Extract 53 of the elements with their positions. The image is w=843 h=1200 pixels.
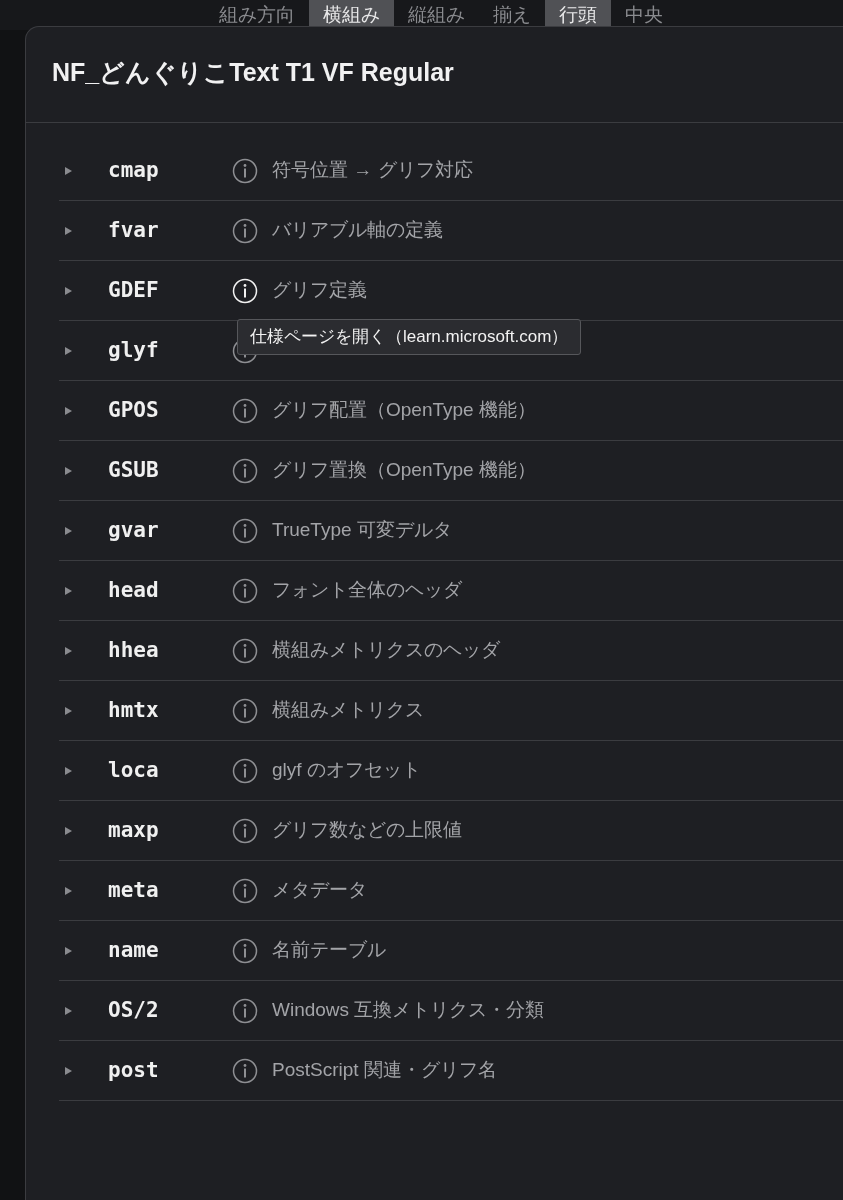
table-description: 横組みメトリクス: [272, 698, 424, 723]
table-tag: name: [108, 934, 232, 967]
table-tag: hhea: [108, 634, 232, 667]
expand-caret-icon[interactable]: [65, 587, 72, 596]
expand-caret-icon[interactable]: [65, 407, 72, 416]
table-tag: GPOS: [108, 394, 232, 427]
table-description: glyf のオフセット: [272, 758, 421, 783]
table-description: グリフ配置（OpenType 機能）: [272, 398, 536, 423]
table-tag: head: [108, 574, 232, 607]
expand-caret-icon[interactable]: [65, 1007, 72, 1016]
tooltip: 仕様ページを開く（learn.microsoft.com）: [237, 319, 582, 355]
table-description: メタデータ: [272, 878, 367, 903]
table-tag: fvar: [108, 214, 232, 247]
table-description: グリフ置換（OpenType 機能）: [272, 458, 536, 483]
expand-caret-icon[interactable]: [65, 647, 72, 656]
expand-caret-icon[interactable]: [65, 947, 72, 956]
tab[interactable]: 揃え: [479, 0, 545, 30]
tab[interactable]: 縦組み: [394, 0, 479, 30]
table-tag: OS/2: [108, 994, 232, 1027]
expand-caret-icon[interactable]: [65, 707, 72, 716]
table-tag: GSUB: [108, 454, 232, 487]
expand-caret-icon[interactable]: [65, 767, 72, 776]
expand-caret-icon[interactable]: [65, 347, 72, 356]
tab[interactable]: 組み方向: [205, 0, 309, 30]
table-tag: post: [108, 1054, 232, 1087]
table-tag: hmtx: [108, 694, 232, 727]
table-tag: cmap: [108, 154, 232, 187]
table-description: 符号位置 → グリフ対応: [272, 158, 473, 183]
expand-caret-icon[interactable]: [65, 887, 72, 896]
table-description: TrueType 可変デルタ: [272, 518, 452, 543]
table-tag: loca: [108, 754, 232, 787]
expand-caret-icon[interactable]: [65, 1067, 72, 1076]
table-description: グリフ定義: [272, 278, 367, 303]
table-tag: GDEF: [108, 274, 232, 307]
expand-caret-icon[interactable]: [65, 827, 72, 836]
table-description: バリアブル軸の定義: [272, 218, 443, 243]
expand-caret-icon[interactable]: [65, 167, 72, 176]
table-tag: glyf: [108, 334, 232, 367]
table-description: グリフ数などの上限値: [272, 818, 462, 843]
table-description: 名前テーブル: [272, 938, 386, 963]
tab[interactable]: 中央: [611, 0, 677, 30]
expand-caret-icon[interactable]: [65, 287, 72, 296]
table-description: Windows 互換メトリクス・分類: [272, 998, 545, 1023]
dialog-title: NF_どんぐりこText T1 VF Regular: [26, 27, 843, 123]
table-tag: gvar: [108, 514, 232, 547]
table-tag: meta: [108, 874, 232, 907]
table-description: 横組みメトリクスのヘッダ: [272, 638, 500, 663]
expand-caret-icon[interactable]: [65, 527, 72, 536]
table-description: PostScript 関連・グリフ名: [272, 1058, 497, 1083]
table-tag: maxp: [108, 814, 232, 847]
expand-caret-icon[interactable]: [65, 467, 72, 476]
table-description: フォント全体のヘッダ: [272, 578, 462, 603]
expand-caret-icon[interactable]: [65, 227, 72, 236]
